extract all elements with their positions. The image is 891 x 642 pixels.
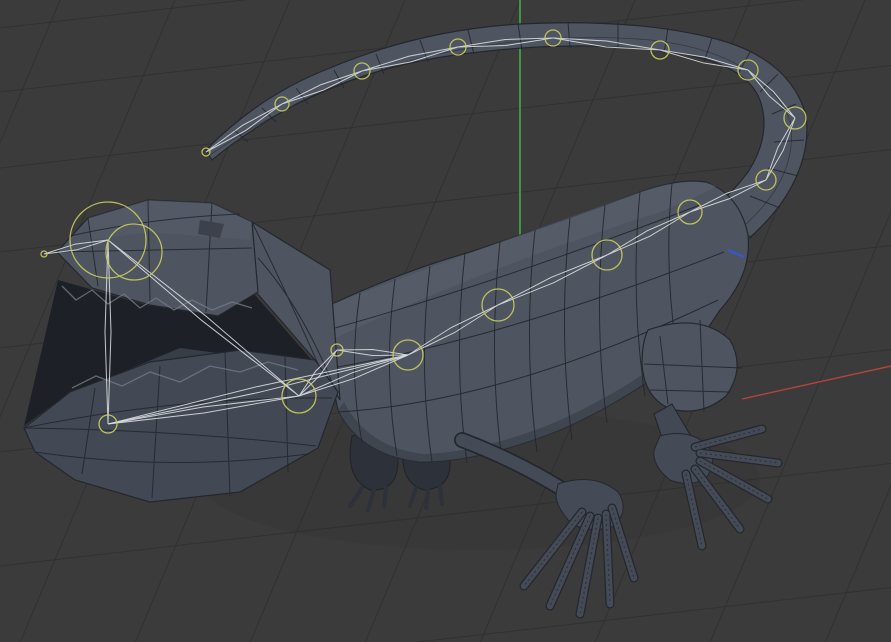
- grid-line: [413, 587, 891, 642]
- grid-line: [709, 210, 891, 642]
- grid-line: [824, 484, 891, 642]
- viewport-canvas[interactable]: [0, 0, 891, 642]
- viewport-3d[interactable]: [0, 0, 891, 642]
- grid-line: [0, 0, 248, 29]
- x-axis-red: [741, 365, 891, 400]
